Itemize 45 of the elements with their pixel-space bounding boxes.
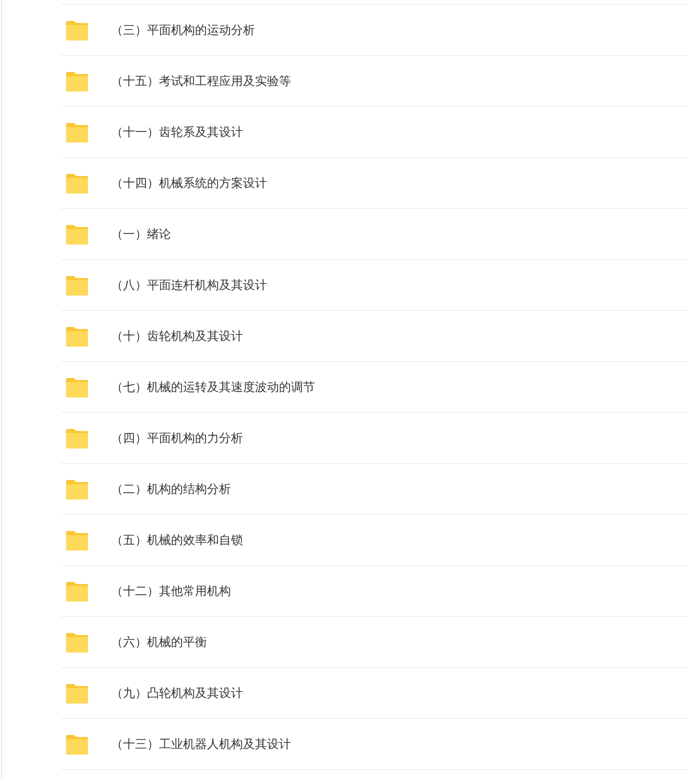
folder-icon [65, 376, 89, 398]
folder-icon [65, 428, 89, 448]
folder-name: （六）机械的平衡 [111, 634, 207, 651]
folder-icon [65, 632, 89, 652]
folder-icon [65, 734, 89, 754]
folder-name: （十一）齿轮系及其设计 [111, 124, 243, 141]
folder-name: （二）机构的结构分析 [111, 481, 231, 498]
folder-row[interactable]: （六）机械的平衡 [61, 617, 688, 668]
folder-row[interactable]: （十二）其他常用机构 [61, 566, 688, 617]
folder-row[interactable]: （三）平面机构的运动分析 [61, 5, 688, 56]
folder-name: （十五）考试和工程应用及实验等 [111, 73, 291, 90]
folder-row[interactable]: （八）平面连杆机构及其设计 [61, 260, 688, 311]
folder-name: （十三）工业机器人机构及其设计 [111, 736, 291, 753]
folder-row[interactable]: （十四）机械系统的方案设计 [61, 158, 688, 209]
folder-row[interactable]: （七）机械的运转及其速度波动的调节 [61, 362, 688, 413]
folder-row[interactable]: （九）凸轮机构及其设计 [61, 668, 688, 719]
folder-icon [65, 274, 89, 296]
folder-icon [65, 224, 89, 244]
folder-name: （三）平面机构的运动分析 [111, 22, 255, 39]
folder-row[interactable]: （十五）考试和工程应用及实验等 [61, 56, 688, 107]
folder-name: （四）平面机构的力分析 [111, 430, 243, 447]
folder-row[interactable]: （一）绪论 [61, 209, 688, 260]
folder-name: （八）平面连杆机构及其设计 [111, 277, 267, 294]
folder-row[interactable]: （十三）工业机器人机构及其设计 [61, 719, 688, 770]
folder-row[interactable]: （十一）齿轮系及其设计 [61, 107, 688, 158]
folder-icon [65, 70, 89, 92]
folder-name: （九）凸轮机构及其设计 [111, 685, 243, 702]
folder-icon [65, 580, 89, 602]
folder-icon [65, 122, 89, 142]
folder-name: （十四）机械系统的方案设计 [111, 175, 267, 192]
folder-row[interactable]: （二）机构的结构分析 [61, 464, 688, 515]
folder-icon [65, 530, 89, 550]
folder-name: （一）绪论 [111, 226, 171, 243]
folder-icon [65, 326, 89, 346]
folder-row[interactable]: （十）齿轮机构及其设计 [61, 311, 688, 362]
folder-name: （五）机械的效率和自锁 [111, 532, 243, 549]
folder-row[interactable]: （五）机械的效率和自锁 [61, 515, 688, 566]
folder-icon [65, 20, 89, 40]
folder-row[interactable]: （四）平面机构的力分析 [61, 413, 688, 464]
folder-icon [65, 682, 89, 704]
folder-name: （十二）其他常用机构 [111, 583, 231, 600]
folder-name: （十）齿轮机构及其设计 [111, 328, 243, 345]
folder-icon [65, 172, 89, 194]
folder-icon [65, 478, 89, 500]
folder-name: （七）机械的运转及其速度波动的调节 [111, 379, 315, 396]
